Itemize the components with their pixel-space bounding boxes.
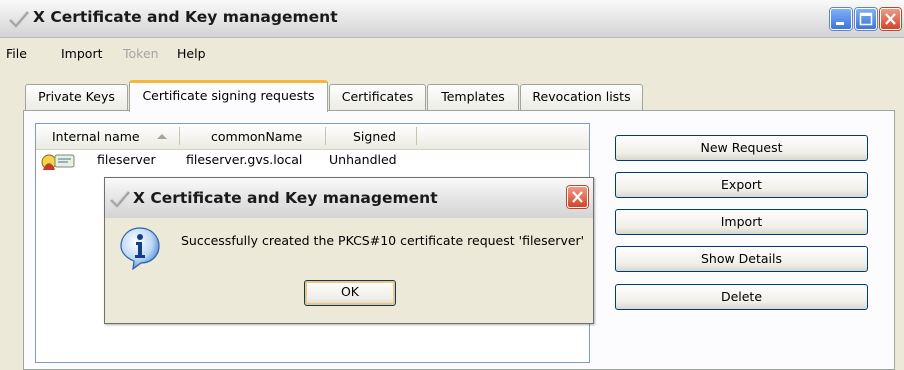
info-icon xyxy=(120,227,160,270)
maximize-button[interactable] xyxy=(855,8,877,30)
sort-ascending-icon xyxy=(157,134,167,139)
cell-common-name: fileserver.gvs.local xyxy=(186,152,303,167)
column-internal-name[interactable]: Internal name xyxy=(52,129,140,144)
app-icon xyxy=(109,190,131,208)
menu-bar: File Import Token Help xyxy=(0,40,904,66)
menu-token: Token xyxy=(123,46,159,61)
delete-button[interactable]: Delete xyxy=(615,284,868,310)
app-icon xyxy=(8,10,30,28)
export-button[interactable]: Export xyxy=(615,172,868,198)
column-signed[interactable]: Signed xyxy=(353,129,396,144)
column-common-name[interactable]: commonName xyxy=(211,129,302,144)
menu-file[interactable]: File xyxy=(6,46,27,61)
cell-signed: Unhandled xyxy=(329,152,397,167)
close-icon xyxy=(572,191,583,203)
maximize-icon xyxy=(859,12,873,26)
tab-revocation-lists[interactable]: Revocation lists xyxy=(520,84,643,110)
tab-certificate-signing-requests[interactable]: Certificate signing requests xyxy=(129,80,328,112)
minimize-button[interactable] xyxy=(830,8,852,30)
tab-certificates[interactable]: Certificates xyxy=(329,84,426,110)
dialog-title: X Certificate and Key management xyxy=(133,189,438,207)
ok-button[interactable]: OK xyxy=(304,280,396,306)
info-dialog: X Certificate and Key management Success… xyxy=(104,177,594,324)
dialog-message: Successfully created the PKCS#10 certifi… xyxy=(181,233,585,248)
certificate-request-icon xyxy=(41,154,75,170)
menu-import[interactable]: Import xyxy=(61,46,103,61)
column-separator[interactable] xyxy=(325,127,326,145)
column-separator[interactable] xyxy=(179,127,180,145)
window-title: X Certificate and Key management xyxy=(33,8,338,26)
tab-private-keys[interactable]: Private Keys xyxy=(25,84,128,110)
dialog-close-button[interactable] xyxy=(567,186,588,208)
cell-internal-name: fileserver xyxy=(97,152,156,167)
new-request-button[interactable]: New Request xyxy=(615,135,868,161)
show-details-button[interactable]: Show Details xyxy=(615,246,868,272)
column-separator[interactable] xyxy=(416,127,417,145)
menu-help[interactable]: Help xyxy=(177,46,206,61)
minimize-icon xyxy=(836,22,844,25)
dialog-title-bar[interactable]: X Certificate and Key management xyxy=(105,178,593,218)
import-button[interactable]: Import xyxy=(615,209,868,235)
close-button[interactable] xyxy=(880,8,901,30)
close-icon xyxy=(885,13,896,25)
title-bar: X Certificate and Key management xyxy=(0,0,904,38)
tab-templates[interactable]: Templates xyxy=(427,84,519,110)
list-header: Internal name commonName Signed xyxy=(36,124,589,150)
